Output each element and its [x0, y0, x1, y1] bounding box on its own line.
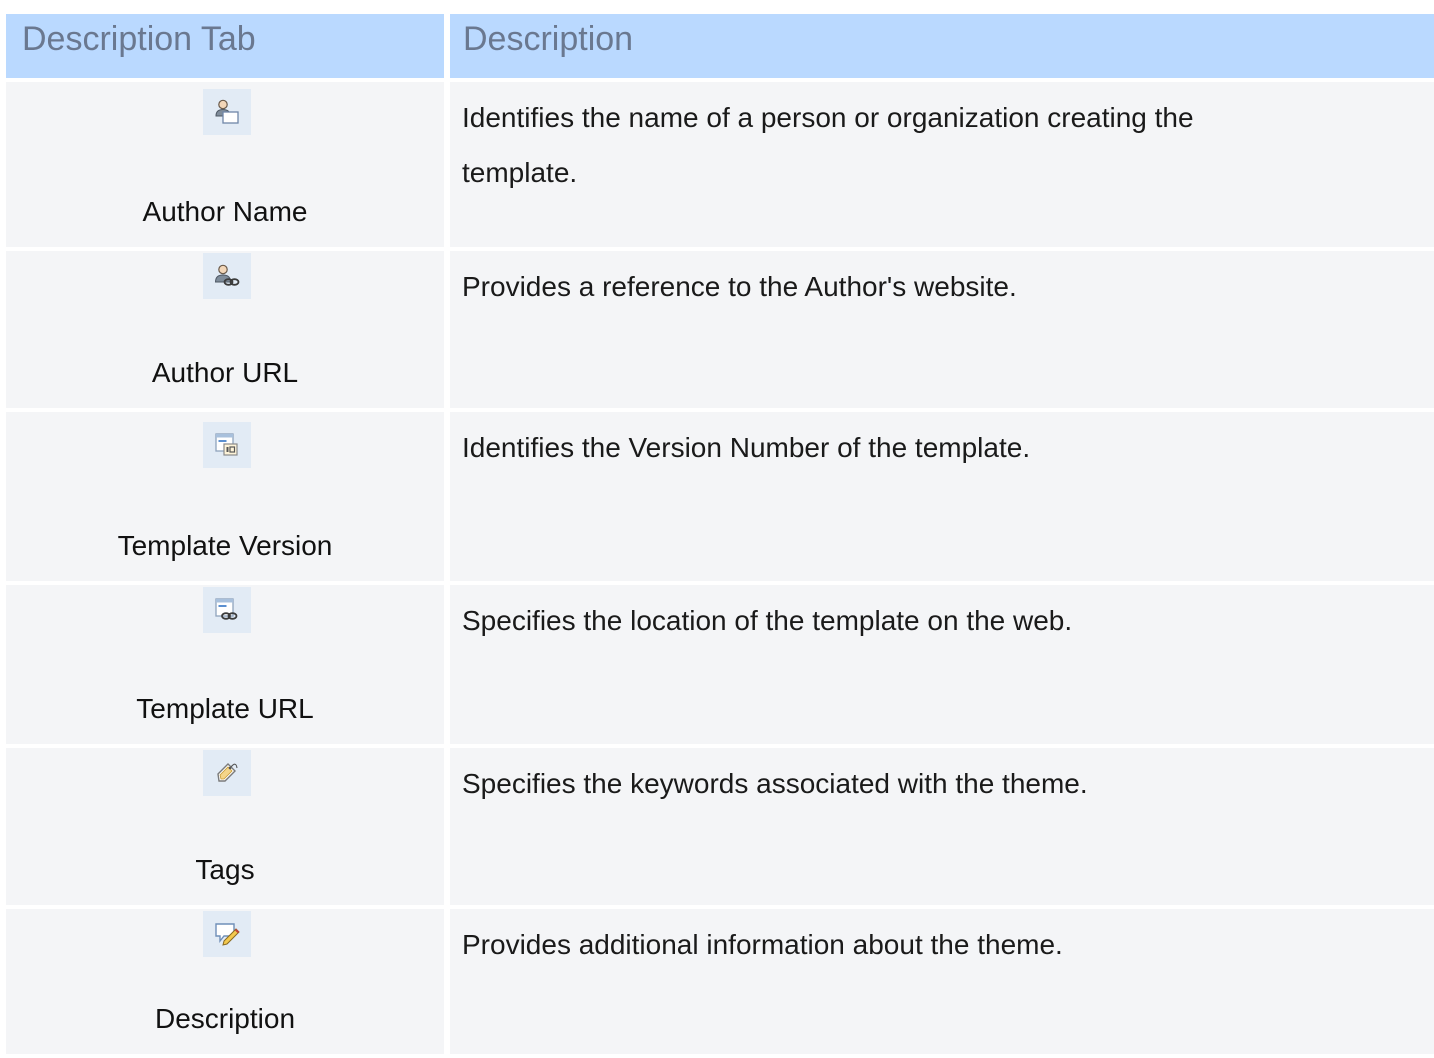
- table-row: Template Version Identifies the Version …: [6, 412, 1434, 581]
- tab-item-cell: Author Name: [6, 82, 444, 247]
- tab-item-label: Author Name: [142, 196, 308, 227]
- description-text: Identifies the name of a person or organ…: [450, 82, 1434, 247]
- table-row: Description Provides additional informat…: [6, 909, 1434, 1054]
- table-row: Template URL Specifies the location of t…: [6, 585, 1434, 744]
- tab-item-label: Author URL: [151, 357, 299, 388]
- tab-item-cell: Description: [6, 909, 444, 1054]
- tag-icon: [203, 750, 251, 796]
- tab-item-label: Tags: [195, 854, 255, 885]
- author-name-icon: [203, 89, 251, 135]
- description-text: Provides a reference to the Author's web…: [450, 251, 1434, 408]
- description-edit-icon: [203, 911, 251, 957]
- description-tab-table: Description Tab Description Author Name …: [6, 14, 1434, 1058]
- header-description: Description: [450, 14, 1434, 78]
- header-description-tab: Description Tab: [6, 14, 444, 78]
- template-url-icon: [203, 587, 251, 633]
- description-text: Identifies the Version Number of the tem…: [450, 412, 1434, 581]
- description-text: Provides additional information about th…: [450, 909, 1434, 1054]
- tab-item-cell: Tags: [6, 748, 444, 905]
- description-text: Specifies the location of the template o…: [450, 585, 1434, 744]
- table-row: Author URL Provides a reference to the A…: [6, 251, 1434, 408]
- tab-item-label: Template Version: [117, 530, 333, 561]
- tab-item-cell: Template URL: [6, 585, 444, 744]
- tab-item-cell: Template Version: [6, 412, 444, 581]
- table-header-row: Description Tab Description: [6, 14, 1434, 78]
- description-text: Specifies the keywords associated with t…: [450, 748, 1434, 905]
- template-version-icon: [203, 422, 251, 468]
- table-row: Tags Specifies the keywords associated w…: [6, 748, 1434, 905]
- tab-item-label: Template URL: [136, 693, 314, 724]
- table-row: Author Name Identifies the name of a per…: [6, 82, 1434, 247]
- tab-item-label: Description: [154, 1003, 296, 1034]
- tab-item-cell: Author URL: [6, 251, 444, 408]
- author-url-icon: [203, 253, 251, 299]
